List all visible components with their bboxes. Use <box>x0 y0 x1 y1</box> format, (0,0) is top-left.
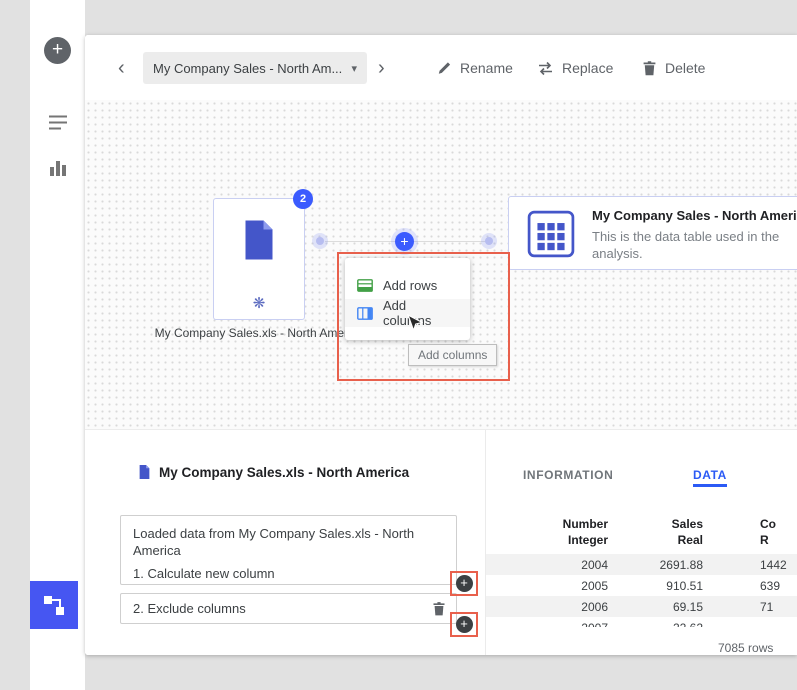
data-table-icon <box>527 210 575 258</box>
data-preview-table: Number Sales Co Integer Real R 2004 2691… <box>486 516 797 627</box>
cell: 639 <box>703 579 797 593</box>
data-canvas-flow-icon <box>43 594 65 616</box>
column-type: Real <box>608 533 703 547</box>
canvas-toolbar: ‹ My Company Sales - North Am... ▾ › Ren… <box>85 35 797 100</box>
sidebar-item-data-canvas[interactable] <box>30 581 78 629</box>
trash-icon <box>432 601 446 616</box>
cell: 2691.88 <box>608 558 703 572</box>
cell: 2007 <box>486 621 608 628</box>
column-name: Number <box>486 517 608 531</box>
table-row: 2005 910.51 639 <box>486 575 797 596</box>
rename-button[interactable]: Rename <box>437 60 513 76</box>
plus-icon: + <box>460 616 468 631</box>
dataset-dropdown[interactable]: My Company Sales - North Am... ▾ <box>143 52 367 84</box>
bar-chart-icon <box>48 158 68 176</box>
add-button[interactable]: + <box>44 37 71 64</box>
table-row: 2006 69.15 71 <box>486 596 797 617</box>
replace-button[interactable]: Replace <box>537 60 613 76</box>
trash-icon <box>642 60 657 76</box>
prev-dataset-button[interactable]: ‹ <box>118 56 125 80</box>
cell: 2005 <box>486 579 608 593</box>
add-columns-icon <box>357 307 373 320</box>
mouse-cursor <box>407 314 423 335</box>
cell: 2004 <box>486 558 608 572</box>
column-type: Integer <box>486 533 608 547</box>
delete-step-button[interactable] <box>432 601 446 616</box>
add-rows-icon <box>357 279 373 292</box>
sidebar-item-data[interactable] <box>30 114 85 136</box>
data-table-node[interactable]: My Company Sales - North America This is… <box>508 196 797 270</box>
row-count: 7085 rows <box>718 641 773 655</box>
file-icon <box>241 219 277 261</box>
rename-label: Rename <box>460 60 513 76</box>
table-row: 2004 2691.88 1442 <box>486 554 797 575</box>
canvas-area[interactable]: + 2 ❋ My Company Sales.xls - North Ameri… <box>85 100 797 430</box>
cell: 22.62 <box>608 621 703 628</box>
source-file-node[interactable]: 2 ❋ <box>213 198 305 320</box>
app-sidebar: + <box>30 0 85 690</box>
table-row: 2007 22.62 <box>486 617 797 627</box>
delete-button[interactable]: Delete <box>642 60 705 76</box>
loaded-data-text: Loaded data from My Company Sales.xls - … <box>133 525 444 559</box>
table-node-title: My Company Sales - North America <box>592 208 797 223</box>
menu-item-label: Add rows <box>383 278 437 293</box>
file-icon <box>138 464 151 480</box>
plus-icon: + <box>400 233 408 249</box>
source-title: My Company Sales.xls - North America <box>159 465 409 480</box>
next-dataset-button[interactable]: › <box>378 56 385 80</box>
output-port <box>316 237 324 245</box>
table-header-types: Integer Real R <box>486 532 797 548</box>
step-calculate-new-column: 1. Calculate new column <box>133 565 444 582</box>
data-function-icon: ❋ <box>214 294 304 312</box>
tooltip: Add columns <box>408 344 497 366</box>
list-icon <box>48 114 68 131</box>
connector-add-button[interactable]: + <box>395 232 414 251</box>
source-header: My Company Sales.xls - North America <box>138 464 409 480</box>
replace-label: Replace <box>562 60 613 76</box>
delete-label: Delete <box>665 60 705 76</box>
cell: 2006 <box>486 600 608 614</box>
plus-icon: + <box>52 39 63 60</box>
table-node-description: This is the data table used in the analy… <box>592 228 797 262</box>
data-canvas-window: ‹ My Company Sales - North Am... ▾ › Ren… <box>85 35 797 655</box>
cell: 910.51 <box>608 579 703 593</box>
cell: 71 <box>703 600 797 614</box>
history-box[interactable]: Loaded data from My Company Sales.xls - … <box>120 515 457 585</box>
caret-down-icon: ▾ <box>351 62 357 75</box>
swap-icon <box>537 61 554 76</box>
source-node-label: My Company Sales.xls - North America <box>149 326 369 340</box>
column-type: R <box>703 533 797 547</box>
column-name: Co <box>703 517 797 531</box>
bottom-panel: My Company Sales.xls - North America Loa… <box>85 430 797 655</box>
node-badge: 2 <box>293 189 313 209</box>
step-exclude-columns[interactable]: 2. Exclude columns <box>120 593 457 624</box>
insert-transformation-button-2[interactable]: + <box>456 616 473 633</box>
pencil-icon <box>437 61 452 76</box>
menu-item-add-rows[interactable]: Add rows <box>345 271 470 299</box>
cell: 1442 <box>703 558 797 572</box>
table-header-names: Number Sales Co <box>486 516 797 532</box>
step-label: 2. Exclude columns <box>133 601 246 616</box>
dataset-dropdown-value: My Company Sales - North Am... <box>153 61 342 76</box>
plus-icon: + <box>460 575 468 590</box>
insert-step-highlight-1: + <box>450 571 478 596</box>
column-name: Sales <box>608 517 703 531</box>
sidebar-item-visualizations[interactable] <box>30 158 85 181</box>
insert-transformation-button-1[interactable]: + <box>456 575 473 592</box>
input-port <box>485 237 493 245</box>
tab-information[interactable]: INFORMATION <box>523 465 613 487</box>
insert-step-highlight-2: + <box>450 612 478 637</box>
cell: 69.15 <box>608 600 703 614</box>
tab-data[interactable]: DATA <box>693 465 727 487</box>
